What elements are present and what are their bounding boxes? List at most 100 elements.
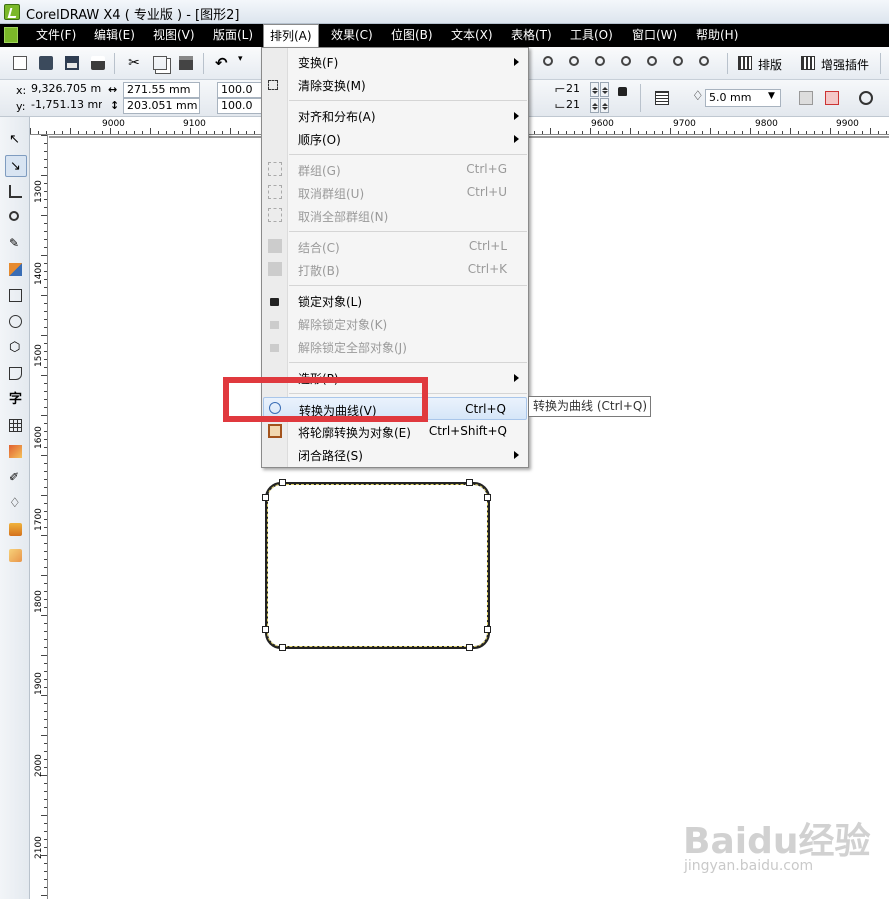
- zoom-tool-icon[interactable]: [5, 207, 27, 229]
- menu-item-close-path[interactable]: 闭合路径(S): [263, 443, 527, 466]
- corner-top-spinner[interactable]: [600, 82, 609, 97]
- ellipse-tool-icon[interactable]: [5, 311, 27, 333]
- menu-item-align-distribute[interactable]: 对齐和分布(A): [263, 104, 527, 127]
- menu-edit[interactable]: 编辑(E): [88, 24, 141, 47]
- ruler-tick: [44, 191, 47, 192]
- corner-top-spinner[interactable]: [590, 82, 599, 97]
- wrap-text-icon[interactable]: [652, 88, 672, 108]
- eyedropper-tool-icon[interactable]: ✐: [5, 467, 27, 489]
- ruler-tick: [766, 131, 767, 134]
- cut-icon[interactable]: ✂: [124, 53, 144, 73]
- print-icon[interactable]: [88, 53, 108, 73]
- zoom-out-icon[interactable]: [566, 53, 586, 73]
- menu-arrange[interactable]: 排列(A): [263, 24, 319, 48]
- shape-node[interactable]: [484, 626, 491, 633]
- paste-icon[interactable]: [176, 53, 196, 73]
- ruler-tick: [238, 131, 239, 134]
- ruler-tick: [790, 128, 791, 134]
- pick-tool-icon[interactable]: ↖: [5, 129, 27, 151]
- undo-icon[interactable]: ↶: [212, 53, 232, 73]
- toolbar-separator: [640, 84, 641, 112]
- ruler-tick: [782, 131, 783, 134]
- interactive-fill-tool-icon[interactable]: [5, 545, 27, 567]
- menu-item-lock-object[interactable]: 锁定对象(L): [263, 289, 527, 312]
- outline-tool-icon[interactable]: ♢: [5, 493, 27, 515]
- shape-node[interactable]: [262, 626, 269, 633]
- menu-layout[interactable]: 版面(L): [207, 24, 259, 47]
- menu-item-convert-outline[interactable]: 将轮廓转换为对象(E) Ctrl+Shift+Q: [263, 420, 527, 443]
- vertical-ruler[interactable]: 1300 1400 1500 1600 1700 1800 1900 2000 …: [30, 135, 48, 899]
- node-edit-icon[interactable]: [856, 88, 876, 108]
- copy-icon[interactable]: [150, 53, 170, 73]
- shape-node[interactable]: [466, 644, 473, 651]
- menu-table[interactable]: 表格(T): [505, 24, 558, 47]
- crop-tool-icon[interactable]: [5, 181, 27, 203]
- zoom-all-icon[interactable]: [618, 53, 638, 73]
- height-field[interactable]: 203.051 mm: [123, 98, 200, 114]
- menu-item-order[interactable]: 顺序(O): [263, 127, 527, 150]
- chevron-down-icon[interactable]: ▼: [768, 91, 775, 101]
- ruler-tick: [44, 727, 47, 728]
- menu-tools[interactable]: 工具(O): [564, 24, 619, 47]
- shape-node[interactable]: [466, 479, 473, 486]
- ruler-tick: [44, 631, 47, 632]
- ruler-tick: [44, 831, 47, 832]
- scale-x-field[interactable]: 100.0: [217, 82, 262, 98]
- corner-radius-top-field[interactable]: 21: [563, 82, 589, 98]
- layout-plugin-icon[interactable]: [735, 53, 755, 73]
- shape-node[interactable]: [262, 494, 269, 501]
- scale-y-field[interactable]: 100.0: [217, 98, 262, 114]
- menu-item-transform[interactable]: 变换(F): [263, 50, 527, 73]
- zoom-width-icon[interactable]: [696, 53, 716, 73]
- save-icon[interactable]: [62, 53, 82, 73]
- zoom-fit-icon[interactable]: [592, 53, 612, 73]
- fill-tool-icon[interactable]: [5, 519, 27, 541]
- shape-node[interactable]: [279, 479, 286, 486]
- smart-fill-tool-icon[interactable]: [5, 259, 27, 281]
- rectangle-tool-icon[interactable]: [5, 285, 27, 307]
- new-document-icon[interactable]: [10, 53, 30, 73]
- y-position-field[interactable]: -1,751.13 mm: [28, 98, 102, 114]
- ruler-tick: [838, 131, 839, 134]
- shape-node[interactable]: [484, 494, 491, 501]
- menu-file[interactable]: 文件(F): [30, 24, 82, 47]
- width-field[interactable]: 271.55 mm: [123, 82, 200, 98]
- zoom-in-icon[interactable]: [540, 53, 560, 73]
- menu-text[interactable]: 文本(X): [445, 24, 499, 47]
- shape-tool-icon[interactable]: ↘: [5, 155, 27, 177]
- lock-ratio-icon[interactable]: [618, 87, 627, 96]
- corner-bottom-spinner[interactable]: [600, 98, 609, 113]
- blend-tool-icon[interactable]: [5, 441, 27, 463]
- shape-node[interactable]: [279, 644, 286, 651]
- ruler-tick: [44, 879, 47, 880]
- menu-help[interactable]: 帮助(H): [690, 24, 744, 47]
- ruler-tick: [886, 131, 887, 134]
- toolbar-separator: [114, 53, 115, 74]
- zoom-page-icon[interactable]: [670, 53, 690, 73]
- open-folder-icon[interactable]: [36, 53, 56, 73]
- convert-to-curves-icon[interactable]: [822, 88, 842, 108]
- text-tool-icon[interactable]: 字: [5, 389, 27, 411]
- menu-effects[interactable]: 效果(C): [325, 24, 379, 47]
- freehand-tool-icon[interactable]: ✎: [5, 233, 27, 255]
- x-position-field[interactable]: 9,326.705 mm: [28, 82, 102, 98]
- corner-radius-bottom-field[interactable]: 21: [563, 98, 589, 114]
- menu-bitmaps[interactable]: 位图(B): [385, 24, 439, 47]
- enhance-plugin-icon[interactable]: [798, 53, 818, 73]
- basic-shapes-tool-icon[interactable]: [5, 363, 27, 385]
- unlock-all-icon: [270, 344, 279, 352]
- zoom-selected-icon[interactable]: [644, 53, 664, 73]
- polygon-tool-icon[interactable]: ⬡: [5, 337, 27, 359]
- menu-window[interactable]: 窗口(W): [626, 24, 683, 47]
- layout-plugin-label[interactable]: 排版: [758, 56, 782, 73]
- table-tool-icon[interactable]: [5, 415, 27, 437]
- ruler-tick: [41, 495, 47, 496]
- corner-bottom-spinner[interactable]: [590, 98, 599, 113]
- undo-dropdown-icon[interactable]: ▾: [238, 54, 243, 64]
- menu-view[interactable]: 视图(V): [147, 24, 201, 47]
- enhance-plugin-label[interactable]: 增强插件: [821, 56, 869, 73]
- back-minus-front-icon[interactable]: [796, 88, 816, 108]
- menu-separator: [289, 154, 527, 155]
- menu-item-clear-transform[interactable]: 清除变换(M): [263, 73, 527, 96]
- ruler-tick: [44, 839, 47, 840]
